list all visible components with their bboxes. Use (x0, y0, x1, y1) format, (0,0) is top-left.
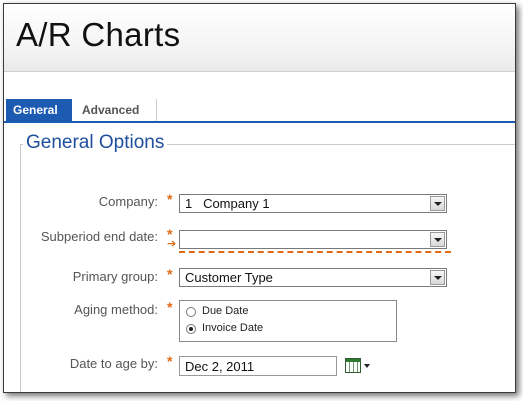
tab-general[interactable]: General (6, 99, 72, 121)
chevron-down-icon[interactable] (364, 364, 370, 368)
aging-method-options: Due Date Invoice Date (179, 300, 397, 342)
company-label: Company: (98, 194, 158, 209)
required-asterisk-icon: * (167, 191, 173, 207)
page-title: A/R Charts (16, 16, 181, 53)
aging-method-label: Aging method: (74, 302, 158, 317)
general-panel: General Options Company: * 1 Company 1 S… (4, 123, 515, 392)
tab-advanced[interactable]: Advanced (75, 99, 157, 121)
date-to-age-label: Date to age by: (69, 356, 158, 371)
subperiod-end-date-select[interactable] (179, 230, 447, 249)
radio-label: Invoice Date (202, 322, 264, 334)
window-frame: A/R Charts General Advanced General Opti… (3, 3, 516, 393)
date-to-age-value: Dec 2, 2011 (185, 359, 255, 374)
validation-underline (179, 251, 451, 253)
validation-arrow-icon: ➔ (167, 238, 177, 250)
primary-group-label: Primary group: (72, 269, 158, 284)
radio-button-due-date[interactable] (186, 307, 196, 317)
company-value: 1 Company 1 (185, 196, 270, 211)
company-select[interactable]: 1 Company 1 (179, 194, 447, 213)
primary-group-select[interactable]: Customer Type (179, 268, 447, 287)
required-asterisk-icon: * (167, 299, 173, 315)
tab-strip: General Advanced (4, 99, 515, 123)
radio-button-invoice-date[interactable] (186, 324, 196, 334)
dropdown-arrow-icon[interactable] (430, 232, 445, 247)
title-bar: A/R Charts (4, 4, 515, 72)
radio-label: Due Date (202, 305, 249, 317)
date-to-age-input[interactable]: Dec 2, 2011 (179, 356, 337, 376)
required-asterisk-icon: * (167, 266, 173, 282)
calendar-icon[interactable] (345, 358, 361, 373)
primary-group-value: Customer Type (185, 270, 273, 285)
section-title: General Options (23, 132, 168, 154)
calendar-button[interactable] (343, 357, 371, 375)
dropdown-arrow-icon[interactable] (430, 270, 445, 285)
required-asterisk-icon: * (167, 353, 173, 369)
subperiod-label: Subperiod end date: (40, 229, 158, 244)
dropdown-arrow-icon[interactable] (430, 196, 445, 211)
